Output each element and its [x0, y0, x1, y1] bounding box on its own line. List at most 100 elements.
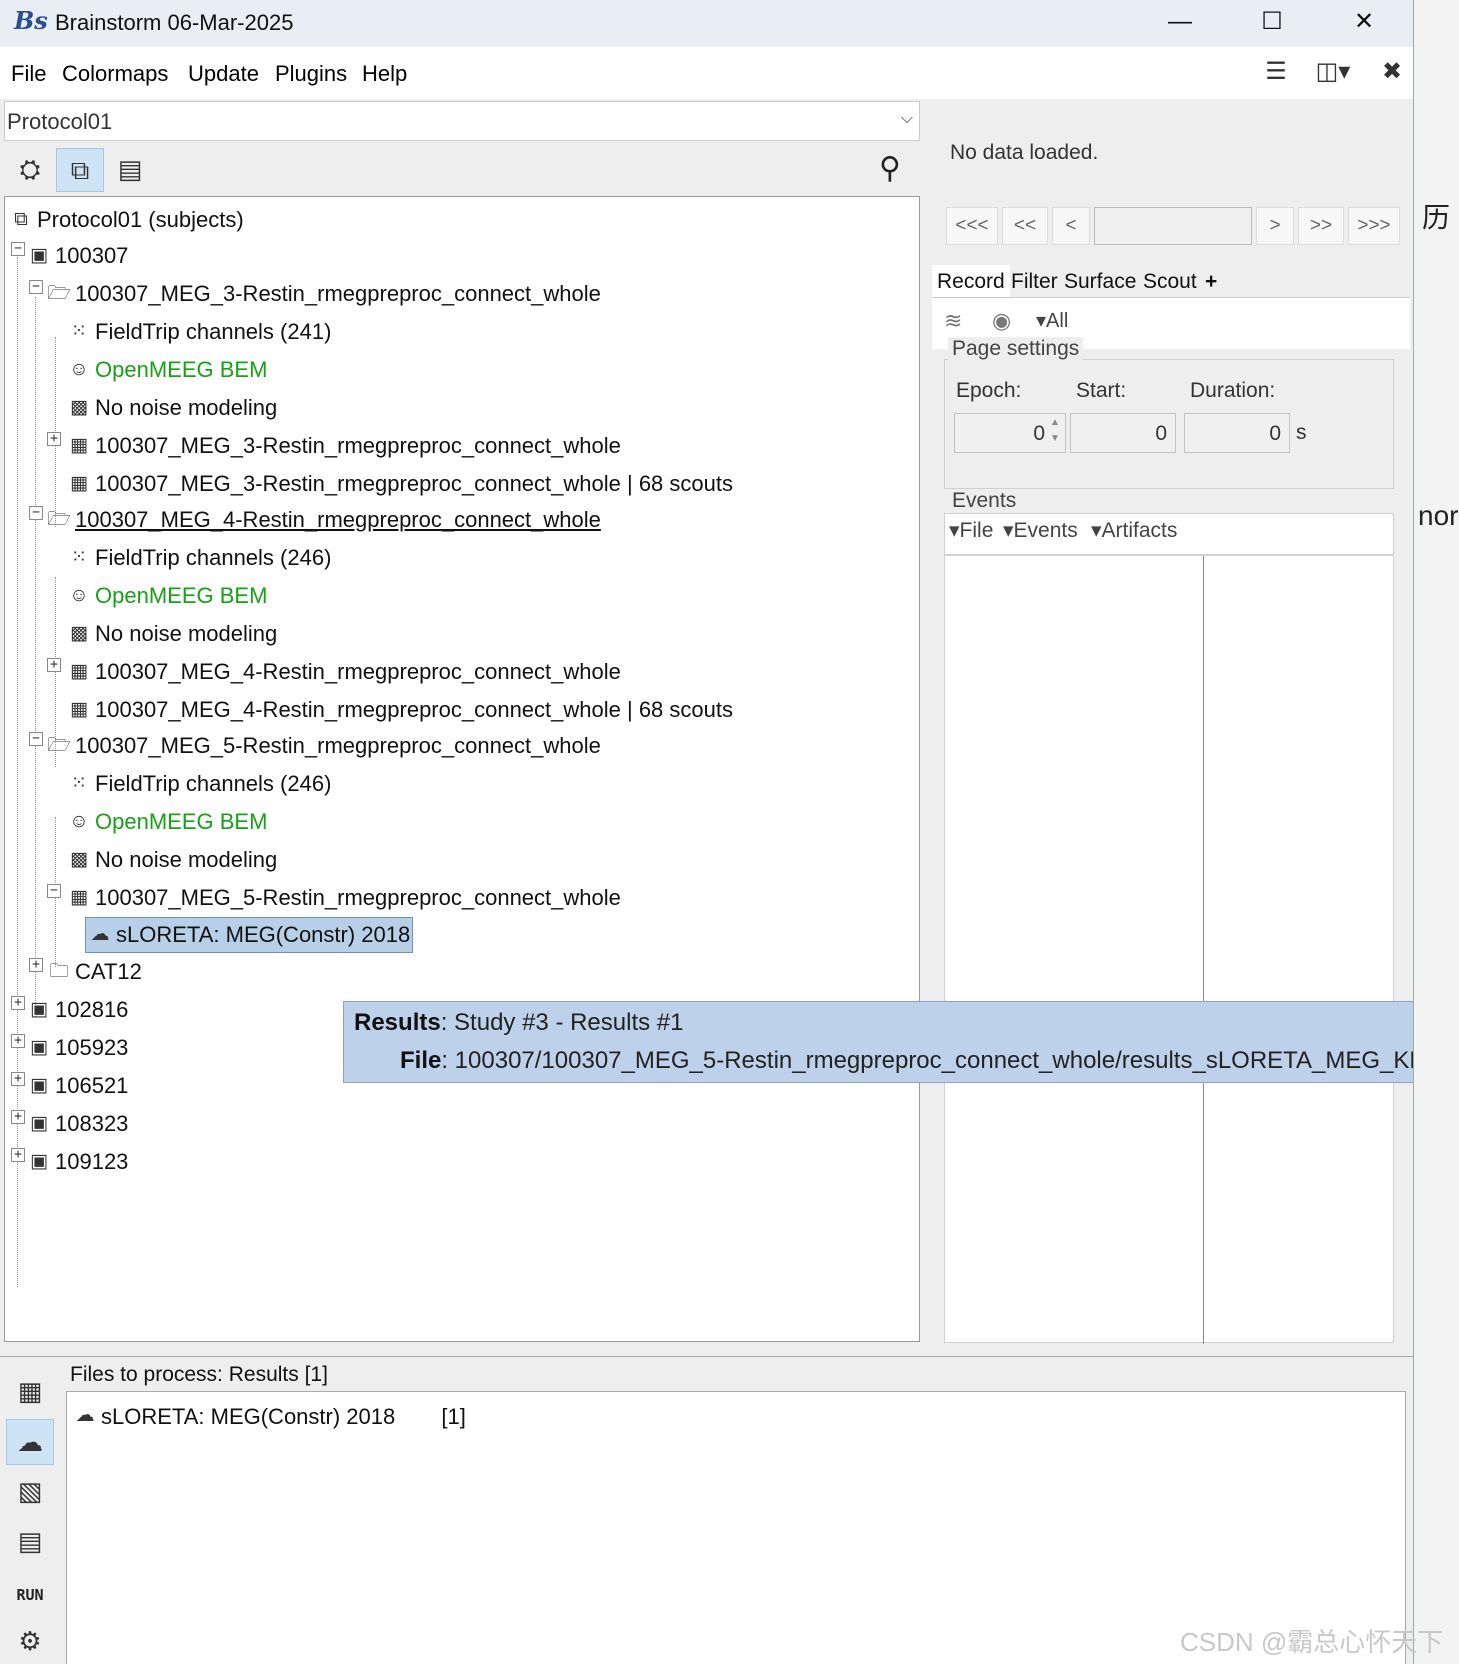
nav-back-button[interactable]: <	[1052, 207, 1090, 245]
minimize-button[interactable]: —	[1134, 0, 1226, 46]
tree-node-noisecov[interactable]: ▩ No noise modeling	[67, 389, 277, 427]
duration-unit: s	[1296, 421, 1307, 444]
events-file-menu[interactable]: ▾File	[949, 518, 993, 543]
tree-node-subject[interactable]: ▣ 102816	[27, 991, 128, 1029]
duration-input[interactable]: 0	[1184, 413, 1290, 453]
noisecov-icon: ▩	[70, 397, 88, 418]
menu-help[interactable]: Help	[362, 61, 407, 87]
tree-node-noisecov[interactable]: ▩ No noise modeling	[67, 841, 277, 879]
montage-dropdown[interactable]: ▾All	[1036, 308, 1068, 333]
collapse-icon[interactable]: −	[11, 242, 25, 256]
tree-node-matrix[interactable]: ▦ 100307_MEG_3-Restin_rmegpreproc_connect…	[67, 465, 733, 503]
duration-label: Duration:	[1190, 379, 1276, 402]
expand-icon[interactable]: +	[29, 958, 43, 972]
chevron-down-icon: ⌵	[900, 110, 913, 127]
display-mode-icon[interactable]: ◉	[992, 308, 1011, 334]
record-panel: No data loaded. <<< << < > >> >>> Record…	[930, 101, 1412, 1344]
nav-fast-forward-button[interactable]: >>	[1298, 207, 1344, 245]
list-layout-icon[interactable]: ☰	[1258, 55, 1294, 91]
events-list[interactable]	[944, 555, 1394, 1344]
tab-filter[interactable]: Filter	[1006, 265, 1063, 299]
tree-node-noisecov[interactable]: ▩ No noise modeling	[67, 615, 277, 653]
protocol-icon: ⧉	[14, 209, 28, 230]
expand-icon[interactable]: +	[11, 1148, 25, 1162]
tree-root[interactable]: ⧉ Protocol01 (subjects)	[9, 201, 243, 239]
events-events-menu[interactable]: ▾Events	[1003, 518, 1078, 543]
tree-node-headmodel[interactable]: ☺ OpenMEEG BEM	[67, 803, 267, 841]
waves-icon[interactable]: ≋	[944, 308, 962, 334]
menu-file[interactable]: File	[11, 61, 46, 87]
start-input[interactable]: 0	[1070, 413, 1176, 453]
title-bar: Bs Brainstorm 06-Mar-2025 — ☐ ✕	[0, 0, 1413, 46]
expand-icon[interactable]: +	[11, 1072, 25, 1086]
subject-icon: ▣	[30, 1037, 48, 1058]
tab-surface[interactable]: Surface	[1059, 265, 1141, 299]
close-all-icon[interactable]: ✖	[1374, 55, 1410, 91]
maximize-button[interactable]: ☐	[1226, 0, 1318, 46]
menu-plugins[interactable]: Plugins	[275, 61, 347, 87]
tree-node-channels[interactable]: ⁙ FieldTrip channels (246)	[67, 765, 331, 803]
nav-forward-button[interactable]: >	[1256, 207, 1294, 245]
process-matrix-icon[interactable]: ▤	[6, 1519, 54, 1565]
process-timefreq-icon[interactable]: ▧	[6, 1469, 54, 1515]
tree-node-folder[interactable]: 🗀 CAT12	[47, 953, 141, 991]
expand-icon[interactable]: +	[47, 432, 61, 446]
expand-icon[interactable]: +	[11, 996, 25, 1010]
tree-node-results-selected[interactable]: ☁ sLORETA: MEG(Constr) 2018	[85, 917, 414, 953]
tree-node-data[interactable]: ▦ 100307_MEG_5-Restin_rmegpreproc_connect…	[67, 879, 621, 917]
view-functional-subjects-button[interactable]: ⧉	[56, 148, 104, 192]
spinner-arrows-icon[interactable]: ▲ ▼	[1050, 415, 1060, 447]
collapse-icon[interactable]: −	[47, 884, 61, 898]
nav-fast-back-button[interactable]: <<	[1002, 207, 1048, 245]
tree-node-subject[interactable]: ▣ 109123	[27, 1143, 128, 1181]
headmodel-icon: ☺	[69, 359, 89, 380]
tree-node-data[interactable]: ▦ 100307_MEG_4-Restin_rmegpreproc_connect…	[67, 653, 621, 691]
view-anatomy-button[interactable]: ⛭	[6, 148, 54, 192]
expand-icon[interactable]: +	[47, 658, 61, 672]
data-icon: ▦	[70, 435, 88, 456]
tree-node-subject[interactable]: ▣ 100307	[27, 237, 128, 275]
search-icon[interactable]: ⚲	[868, 148, 912, 192]
tab-scout[interactable]: Scout	[1138, 265, 1202, 299]
list-item[interactable]: ☁ sLORETA: MEG(Constr) 2018 [1]	[73, 1404, 466, 1430]
nav-first-button[interactable]: <<<	[946, 207, 998, 245]
add-tab-button[interactable]: +	[1200, 265, 1222, 299]
folder-open-icon: 🗁	[47, 509, 71, 530]
close-button[interactable]: ✕	[1318, 0, 1410, 46]
protocol-select[interactable]: Protocol01 ⌵	[4, 101, 920, 141]
subject-icon: ▣	[30, 1151, 48, 1172]
window-title: Brainstorm 06-Mar-2025	[55, 10, 294, 35]
tree-node-subject[interactable]: ▣ 106521	[27, 1067, 128, 1105]
process-panel: ▦ ☁ ▧ ▤ RUN ⚙ Files to process: Results …	[0, 1356, 1413, 1664]
tree-node-folder[interactable]: 🗁 100307_MEG_4-Restin_rmegpreproc_connect…	[47, 501, 601, 539]
window-layout-icon[interactable]: ◫▾	[1308, 55, 1358, 91]
nav-last-button[interactable]: >>>	[1348, 207, 1400, 245]
tree-node-headmodel[interactable]: ☺ OpenMEEG BEM	[67, 577, 267, 615]
tree-node-subject[interactable]: ▣ 105923	[27, 1029, 128, 1067]
menu-update[interactable]: Update	[188, 61, 259, 87]
view-functional-conditions-button[interactable]: ▤	[106, 148, 154, 192]
tree-node-matrix[interactable]: ▦ 100307_MEG_4-Restin_rmegpreproc_connect…	[67, 691, 733, 729]
folder-icon: 🗀	[49, 961, 69, 982]
tree-node-folder[interactable]: 🗁 100307_MEG_3-Restin_rmegpreproc_connect…	[47, 275, 601, 313]
expand-icon[interactable]: +	[11, 1034, 25, 1048]
run-button[interactable]: RUN	[6, 1577, 54, 1613]
menu-colormaps[interactable]: Colormaps	[62, 61, 168, 87]
collapse-icon[interactable]: −	[29, 506, 43, 520]
process-raw-icon[interactable]: ▦	[6, 1369, 54, 1415]
tree-node-folder[interactable]: 🗁 100307_MEG_5-Restin_rmegpreproc_connect…	[47, 727, 601, 765]
tree-node-channels[interactable]: ⁙ FieldTrip channels (246)	[67, 539, 331, 577]
tree-node-subject[interactable]: ▣ 108323	[27, 1105, 128, 1143]
tree-node-channels[interactable]: ⁙ FieldTrip channels (241)	[67, 313, 331, 351]
process-results-icon[interactable]: ☁	[6, 1419, 54, 1465]
collapse-icon[interactable]: −	[29, 732, 43, 746]
events-artifacts-menu[interactable]: ▾Artifacts	[1091, 518, 1177, 543]
tree-node-headmodel[interactable]: ☺ OpenMEEG BEM	[67, 351, 267, 389]
subject-icon: ▣	[30, 1113, 48, 1134]
time-input[interactable]	[1094, 207, 1252, 245]
expand-icon[interactable]: +	[11, 1110, 25, 1124]
tree-node-data[interactable]: ▦ 100307_MEG_3-Restin_rmegpreproc_connect…	[67, 427, 621, 465]
tab-record[interactable]: Record	[932, 265, 1010, 299]
process-settings-icon[interactable]: ⚙	[6, 1619, 54, 1664]
collapse-icon[interactable]: −	[29, 280, 43, 294]
